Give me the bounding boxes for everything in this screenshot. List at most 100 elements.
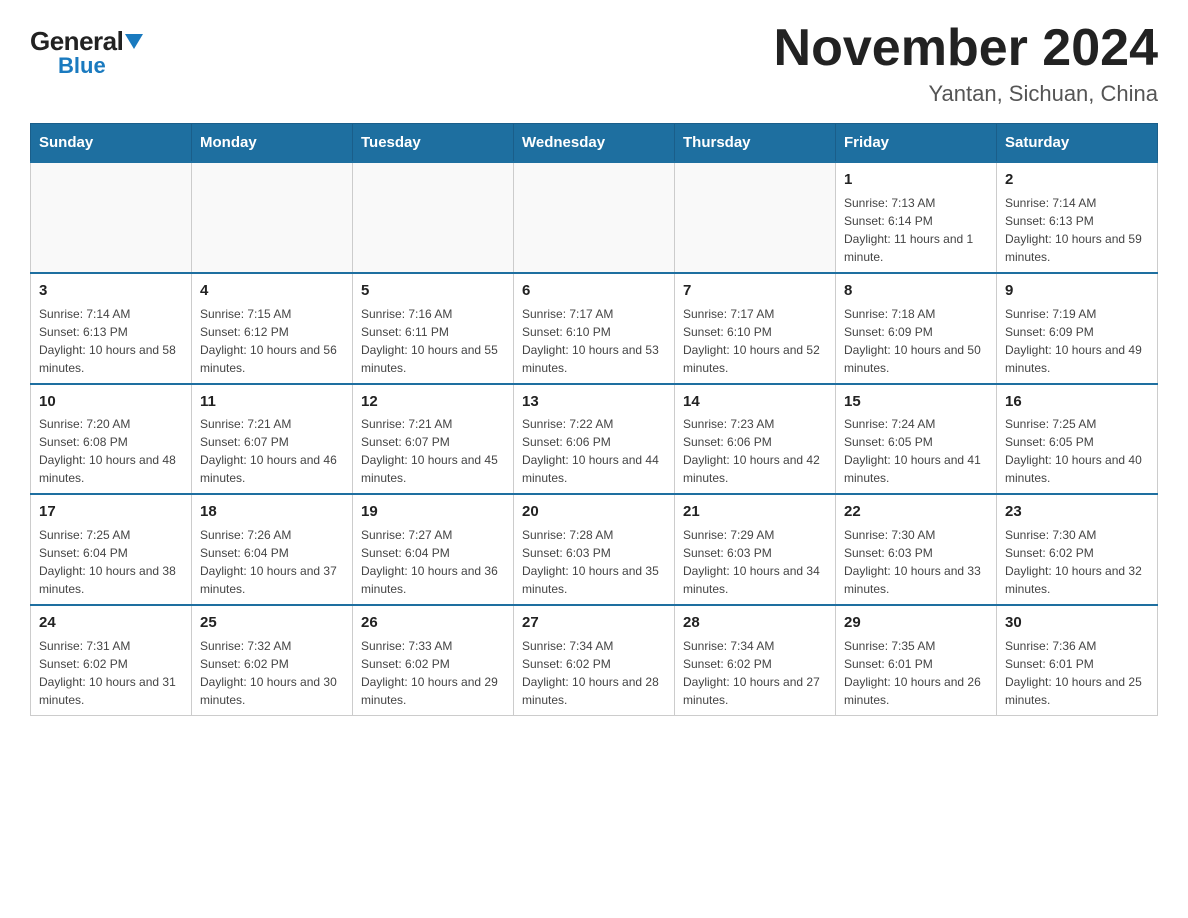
day-number: 25 [200, 612, 344, 634]
day-info: Sunrise: 7:25 AM Sunset: 6:05 PM Dayligh… [1005, 415, 1149, 487]
week-row-5: 24 Sunrise: 7:31 AM Sunset: 6:02 PM Dayli… [31, 605, 1158, 715]
day-number: 22 [844, 501, 988, 523]
day-info: Sunrise: 7:16 AM Sunset: 6:11 PM Dayligh… [361, 305, 505, 377]
calendar-cell [675, 162, 836, 273]
calendar-cell: 26 Sunrise: 7:33 AM Sunset: 6:02 PM Dayli… [353, 605, 514, 715]
calendar-cell [514, 162, 675, 273]
page-title: November 2024 [774, 20, 1158, 77]
day-number: 23 [1005, 501, 1149, 523]
day-number: 15 [844, 391, 988, 413]
day-number: 11 [200, 391, 344, 413]
calendar-cell: 17 Sunrise: 7:25 AM Sunset: 6:04 PM Dayli… [31, 494, 192, 605]
day-info: Sunrise: 7:15 AM Sunset: 6:12 PM Dayligh… [200, 305, 344, 377]
day-info: Sunrise: 7:17 AM Sunset: 6:10 PM Dayligh… [683, 305, 827, 377]
day-number: 3 [39, 280, 183, 302]
calendar-cell: 13Sunrise: 7:22 AM Sunset: 6:06 PM Dayli… [514, 384, 675, 495]
weekday-header-row: SundayMondayTuesdayWednesdayThursdayFrid… [31, 124, 1158, 163]
calendar-cell: 15Sunrise: 7:24 AM Sunset: 6:05 PM Dayli… [836, 384, 997, 495]
day-info: Sunrise: 7:19 AM Sunset: 6:09 PM Dayligh… [1005, 305, 1149, 377]
calendar-cell: 28 Sunrise: 7:34 AM Sunset: 6:02 PM Dayli… [675, 605, 836, 715]
calendar-cell: 12Sunrise: 7:21 AM Sunset: 6:07 PM Dayli… [353, 384, 514, 495]
weekday-header-saturday: Saturday [997, 124, 1158, 163]
day-info: Sunrise: 7:31 AM Sunset: 6:02 PM Dayligh… [39, 637, 183, 709]
day-info: Sunrise: 7:33 AM Sunset: 6:02 PM Dayligh… [361, 637, 505, 709]
calendar-cell: 18Sunrise: 7:26 AM Sunset: 6:04 PM Dayli… [192, 494, 353, 605]
page-subtitle: Yantan, Sichuan, China [774, 81, 1158, 107]
calendar-cell: 7 Sunrise: 7:17 AM Sunset: 6:10 PM Daylig… [675, 273, 836, 384]
day-number: 28 [683, 612, 827, 634]
calendar-cell: 30Sunrise: 7:36 AM Sunset: 6:01 PM Dayli… [997, 605, 1158, 715]
day-info: Sunrise: 7:20 AM Sunset: 6:08 PM Dayligh… [39, 415, 183, 487]
day-number: 29 [844, 612, 988, 634]
day-info: Sunrise: 7:21 AM Sunset: 6:07 PM Dayligh… [361, 415, 505, 487]
day-number: 1 [844, 169, 988, 191]
day-info: Sunrise: 7:21 AM Sunset: 6:07 PM Dayligh… [200, 415, 344, 487]
calendar-cell [192, 162, 353, 273]
day-number: 17 [39, 501, 183, 523]
calendar-cell: 25 Sunrise: 7:32 AM Sunset: 6:02 PM Dayli… [192, 605, 353, 715]
calendar-cell: 19Sunrise: 7:27 AM Sunset: 6:04 PM Dayli… [353, 494, 514, 605]
day-number: 2 [1005, 169, 1149, 191]
day-info: Sunrise: 7:22 AM Sunset: 6:06 PM Dayligh… [522, 415, 666, 487]
logo-blue-text: Blue [58, 54, 106, 78]
day-number: 4 [200, 280, 344, 302]
day-info: Sunrise: 7:14 AM Sunset: 6:13 PM Dayligh… [1005, 194, 1149, 266]
day-info: Sunrise: 7:13 AM Sunset: 6:14 PM Dayligh… [844, 194, 988, 266]
calendar-cell: 23 Sunrise: 7:30 AM Sunset: 6:02 PM Dayli… [997, 494, 1158, 605]
weekday-header-thursday: Thursday [675, 124, 836, 163]
day-info: Sunrise: 7:32 AM Sunset: 6:02 PM Dayligh… [200, 637, 344, 709]
calendar-cell [353, 162, 514, 273]
day-number: 7 [683, 280, 827, 302]
calendar-cell: 10Sunrise: 7:20 AM Sunset: 6:08 PM Dayli… [31, 384, 192, 495]
weekday-header-sunday: Sunday [31, 124, 192, 163]
calendar-cell: 22 Sunrise: 7:30 AM Sunset: 6:03 PM Dayli… [836, 494, 997, 605]
calendar-cell: 4 Sunrise: 7:15 AM Sunset: 6:12 PM Daylig… [192, 273, 353, 384]
day-info: Sunrise: 7:17 AM Sunset: 6:10 PM Dayligh… [522, 305, 666, 377]
week-row-4: 17 Sunrise: 7:25 AM Sunset: 6:04 PM Dayli… [31, 494, 1158, 605]
weekday-header-friday: Friday [836, 124, 997, 163]
day-number: 21 [683, 501, 827, 523]
calendar-cell: 24 Sunrise: 7:31 AM Sunset: 6:02 PM Dayli… [31, 605, 192, 715]
calendar-cell: 29 Sunrise: 7:35 AM Sunset: 6:01 PM Dayli… [836, 605, 997, 715]
calendar-cell: 9 Sunrise: 7:19 AM Sunset: 6:09 PM Daylig… [997, 273, 1158, 384]
day-info: Sunrise: 7:24 AM Sunset: 6:05 PM Dayligh… [844, 415, 988, 487]
calendar-cell: 3 Sunrise: 7:14 AM Sunset: 6:13 PM Daylig… [31, 273, 192, 384]
day-number: 20 [522, 501, 666, 523]
day-number: 14 [683, 391, 827, 413]
logo: General Blue [30, 28, 143, 78]
day-number: 5 [361, 280, 505, 302]
weekday-header-wednesday: Wednesday [514, 124, 675, 163]
day-number: 24 [39, 612, 183, 634]
day-info: Sunrise: 7:29 AM Sunset: 6:03 PM Dayligh… [683, 526, 827, 598]
day-info: Sunrise: 7:28 AM Sunset: 6:03 PM Dayligh… [522, 526, 666, 598]
day-number: 9 [1005, 280, 1149, 302]
day-number: 8 [844, 280, 988, 302]
calendar-cell: 5 Sunrise: 7:16 AM Sunset: 6:11 PM Daylig… [353, 273, 514, 384]
logo-triangle-icon [125, 34, 143, 49]
day-number: 26 [361, 612, 505, 634]
calendar-cell: 14Sunrise: 7:23 AM Sunset: 6:06 PM Dayli… [675, 384, 836, 495]
day-info: Sunrise: 7:26 AM Sunset: 6:04 PM Dayligh… [200, 526, 344, 598]
day-number: 16 [1005, 391, 1149, 413]
day-number: 13 [522, 391, 666, 413]
title-area: November 2024 Yantan, Sichuan, China [774, 20, 1158, 107]
day-info: Sunrise: 7:34 AM Sunset: 6:02 PM Dayligh… [683, 637, 827, 709]
calendar-cell: 11Sunrise: 7:21 AM Sunset: 6:07 PM Dayli… [192, 384, 353, 495]
day-info: Sunrise: 7:18 AM Sunset: 6:09 PM Dayligh… [844, 305, 988, 377]
calendar-cell: 21 Sunrise: 7:29 AM Sunset: 6:03 PM Dayli… [675, 494, 836, 605]
weekday-header-monday: Monday [192, 124, 353, 163]
day-info: Sunrise: 7:30 AM Sunset: 6:02 PM Dayligh… [1005, 526, 1149, 598]
day-info: Sunrise: 7:25 AM Sunset: 6:04 PM Dayligh… [39, 526, 183, 598]
day-number: 30 [1005, 612, 1149, 634]
day-info: Sunrise: 7:35 AM Sunset: 6:01 PM Dayligh… [844, 637, 988, 709]
calendar-cell [31, 162, 192, 273]
day-number: 10 [39, 391, 183, 413]
week-row-2: 3 Sunrise: 7:14 AM Sunset: 6:13 PM Daylig… [31, 273, 1158, 384]
logo-general-text: General [30, 28, 143, 54]
day-info: Sunrise: 7:34 AM Sunset: 6:02 PM Dayligh… [522, 637, 666, 709]
day-info: Sunrise: 7:30 AM Sunset: 6:03 PM Dayligh… [844, 526, 988, 598]
day-number: 19 [361, 501, 505, 523]
day-info: Sunrise: 7:14 AM Sunset: 6:13 PM Dayligh… [39, 305, 183, 377]
calendar-cell: 27Sunrise: 7:34 AM Sunset: 6:02 PM Dayli… [514, 605, 675, 715]
calendar-cell: 20 Sunrise: 7:28 AM Sunset: 6:03 PM Dayli… [514, 494, 675, 605]
